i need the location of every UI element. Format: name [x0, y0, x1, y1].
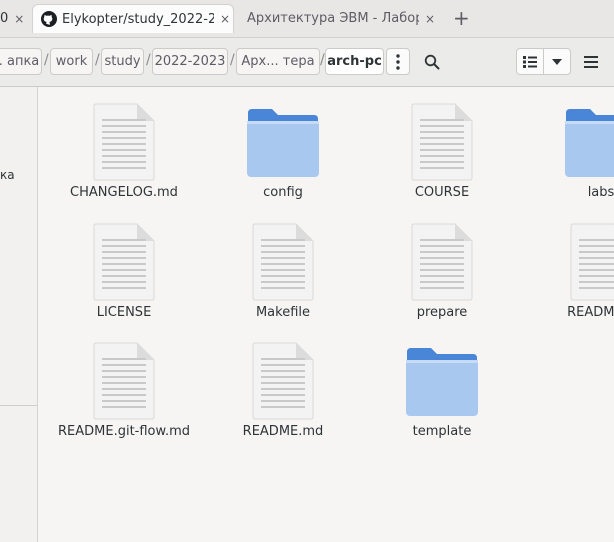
- text-document-icon: [252, 342, 314, 420]
- tab-label: Elykopter/study_2022-20: [62, 11, 214, 27]
- item-icon: [203, 221, 363, 301]
- folder-icon: [406, 348, 478, 416]
- breadcrumb-separator: /: [230, 52, 235, 68]
- close-icon[interactable]: ×: [220, 12, 230, 26]
- item-name: labs: [587, 185, 614, 200]
- breadcrumb-current[interactable]: arch-pc: [325, 48, 384, 75]
- folder-item[interactable]: config: [203, 101, 363, 200]
- item-name: template: [412, 424, 472, 439]
- file-item[interactable]: README.md: [203, 340, 363, 439]
- item-icon: [203, 101, 363, 181]
- text-document-icon: [93, 342, 155, 420]
- item-icon: [521, 221, 614, 301]
- text-document-icon: [570, 223, 614, 301]
- item-icon: [44, 101, 204, 181]
- new-tab-button[interactable]: +: [453, 6, 470, 30]
- item-name: prepare: [416, 305, 468, 320]
- hamburger-menu-icon: [584, 55, 598, 68]
- item-icon: [44, 340, 204, 420]
- main-menu-button[interactable]: [578, 48, 604, 75]
- file-item[interactable]: COURSE: [362, 101, 522, 200]
- folder-item[interactable]: template: [362, 340, 522, 439]
- folder-item[interactable]: labs: [521, 101, 614, 200]
- tab-github-repo[interactable]: Elykopter/study_2022-20 ×: [32, 4, 234, 33]
- item-name: CHANGELOG.md: [70, 185, 178, 200]
- item-name: COURSE: [414, 185, 470, 200]
- search-icon: [424, 54, 440, 69]
- search-button[interactable]: [419, 48, 445, 75]
- item-icon: [521, 101, 614, 181]
- breadcrumb-separator: /: [95, 52, 100, 68]
- sidebar-item-label[interactable]: ка: [0, 168, 15, 182]
- item-icon: [203, 340, 363, 420]
- text-document-icon: [411, 223, 473, 301]
- breadcrumb-separator: /: [320, 52, 325, 68]
- view-switcher: [516, 48, 571, 75]
- file-item[interactable]: LICENSE: [44, 221, 204, 320]
- file-item[interactable]: prepare: [362, 221, 522, 320]
- tab-label: 0: [0, 11, 9, 26]
- breadcrumb-item[interactable]: 2022-2023: [152, 48, 228, 75]
- breadcrumb-separator: /: [44, 52, 49, 68]
- chevron-down-icon: [552, 58, 562, 65]
- list-view-button[interactable]: [517, 49, 543, 74]
- file-item[interactable]: README.git-flow.md: [44, 340, 204, 439]
- text-document-icon: [93, 103, 155, 181]
- breadcrumb-item[interactable]: work: [50, 48, 93, 75]
- item-name: Makefile: [255, 305, 311, 320]
- github-icon: [41, 11, 57, 27]
- tab-architecture[interactable]: Архитектура ЭВМ - Лабора ×: [247, 4, 437, 33]
- sidebar-divider: [0, 405, 37, 406]
- item-icon: [362, 101, 522, 181]
- item-icon: [362, 221, 522, 301]
- list-view-icon: [523, 55, 537, 68]
- item-icon: [362, 340, 522, 420]
- file-item[interactable]: CHANGELOG.md: [44, 101, 204, 200]
- item-name: README.md: [242, 424, 324, 439]
- close-icon[interactable]: ×: [14, 12, 24, 26]
- header-bar: . апка / work / study / 2022-2023 / Арх.…: [0, 38, 614, 87]
- tab-previous[interactable]: 0 ×: [0, 4, 28, 33]
- text-document-icon: [252, 223, 314, 301]
- item-name: config: [263, 185, 303, 200]
- sidebar: ка: [0, 87, 38, 542]
- breadcrumb-item[interactable]: Арх... тера: [236, 48, 320, 75]
- item-icon: [44, 221, 204, 301]
- file-item[interactable]: README.e: [521, 221, 614, 320]
- tab-label: Архитектура ЭВМ - Лабора: [247, 11, 419, 26]
- close-icon[interactable]: ×: [425, 12, 435, 26]
- folder-icon: [247, 109, 319, 177]
- text-document-icon: [411, 103, 473, 181]
- item-name: LICENSE: [96, 305, 152, 320]
- breadcrumb-item[interactable]: study: [101, 48, 144, 75]
- file-item[interactable]: Makefile: [203, 221, 363, 320]
- breadcrumb-item[interactable]: . апка: [0, 48, 42, 75]
- breadcrumb-separator: /: [146, 52, 151, 68]
- item-name: README.git-flow.md: [58, 424, 190, 439]
- file-grid: CHANGELOG.md config COURSE labs LICENSE Makef…: [38, 87, 614, 542]
- tab-bar: 0 × Elykopter/study_2022-20 × Архитектур…: [0, 0, 614, 38]
- item-name: README.e: [567, 305, 614, 320]
- folder-icon: [565, 109, 614, 177]
- text-document-icon: [93, 223, 155, 301]
- kebab-menu-icon: [396, 53, 400, 70]
- path-menu-button[interactable]: [386, 48, 410, 75]
- view-options-button[interactable]: [543, 49, 570, 74]
